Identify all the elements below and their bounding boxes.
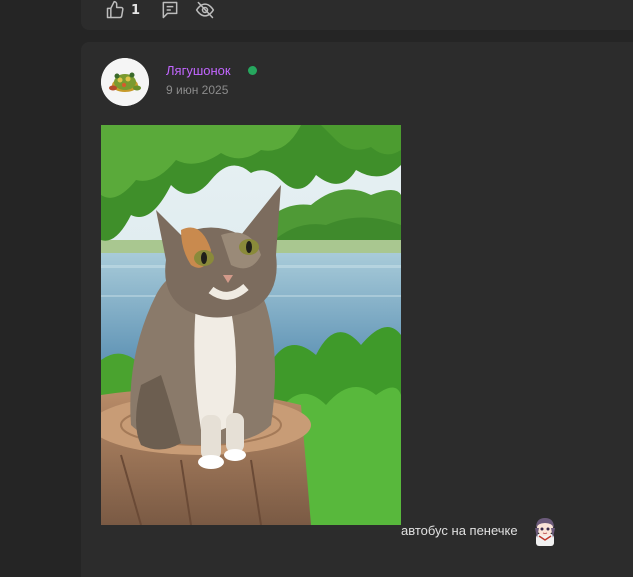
eye-off-icon bbox=[194, 0, 216, 20]
feed: 1 Лягушонок 9 июн 2025 автобус на пенечк… bbox=[0, 0, 633, 577]
post-photo[interactable] bbox=[101, 125, 401, 525]
author-avatar[interactable] bbox=[101, 58, 149, 106]
comment-icon bbox=[160, 0, 180, 20]
post-caption: автобус на пенечке bbox=[401, 523, 518, 538]
like-count: 1 bbox=[131, 2, 141, 18]
comment-button[interactable] bbox=[160, 0, 180, 20]
author-name[interactable]: Лягушонок bbox=[166, 63, 231, 78]
like-button[interactable]: 1 bbox=[105, 0, 146, 20]
cat-photo-image bbox=[101, 125, 401, 525]
thumbs-up-icon bbox=[105, 0, 125, 20]
previous-post-actions: 1 bbox=[105, 0, 230, 20]
hide-button[interactable] bbox=[194, 0, 216, 20]
frog-turtle-avatar-icon bbox=[101, 58, 149, 106]
post-date: 9 июн 2025 bbox=[166, 83, 229, 97]
anime-girl-sticker-icon bbox=[530, 516, 560, 546]
online-status-indicator bbox=[248, 66, 257, 75]
